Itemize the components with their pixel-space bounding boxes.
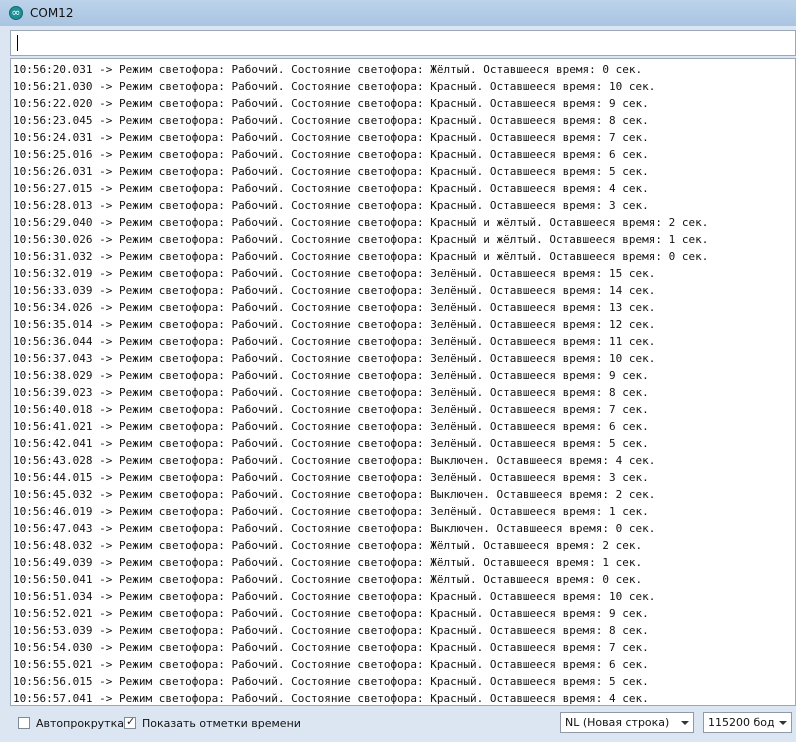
log-line: 10:56:49.039 -> Режим светофора: Рабочий… [13,556,643,569]
log-line: 10:56:57.041 -> Режим светофора: Рабочий… [13,692,649,705]
serial-output[interactable]: 10:56:20.031 -> Режим светофора: Рабочий… [10,58,796,706]
log-line: 10:56:47.043 -> Режим светофора: Рабочий… [13,522,656,535]
log-line: 10:56:21.030 -> Режим светофора: Рабочий… [13,80,656,93]
log-line: 10:56:37.043 -> Режим светофора: Рабочий… [13,352,656,365]
log-line: 10:56:22.020 -> Режим светофора: Рабочий… [13,97,649,110]
baud-rate-value: 115200 бод [708,716,775,729]
log-line: 10:56:20.031 -> Режим светофора: Рабочий… [13,63,643,76]
title-bar: COM12 [0,0,796,27]
log-line: 10:56:53.039 -> Режим светофора: Рабочий… [13,624,649,637]
baud-rate-select[interactable]: 115200 бод [703,712,792,733]
log-line: 10:56:39.023 -> Режим светофора: Рабочий… [13,386,649,399]
autoscroll-label: Автопрокрутка [36,716,124,730]
log-line: 10:56:54.030 -> Режим светофора: Рабочий… [13,641,649,654]
log-line: 10:56:40.018 -> Режим светофора: Рабочий… [13,403,649,416]
window-title: COM12 [30,6,74,20]
log-line: 10:56:35.014 -> Режим светофора: Рабочий… [13,318,656,331]
timestamps-checkbox[interactable]: Показать отметки времени [124,715,301,730]
log-line: 10:56:46.019 -> Режим светофора: Рабочий… [13,505,649,518]
chevron-down-icon [681,721,689,725]
log-line: 10:56:38.029 -> Режим светофора: Рабочий… [13,369,649,382]
line-ending-value: NL (Новая строка) [565,716,670,729]
log-line: 10:56:45.032 -> Режим светофора: Рабочий… [13,488,656,501]
log-line: 10:56:25.016 -> Режим светофора: Рабочий… [13,148,649,161]
log-line: 10:56:50.041 -> Режим светофора: Рабочий… [13,573,643,586]
log-line: 10:56:26.031 -> Режим светофора: Рабочий… [13,165,649,178]
log-line: 10:56:44.015 -> Режим светофора: Рабочий… [13,471,649,484]
log-line: 10:56:41.021 -> Режим светофора: Рабочий… [13,420,649,433]
log-line: 10:56:28.013 -> Режим светофора: Рабочий… [13,199,649,212]
log-line: 10:56:42.041 -> Режим светофора: Рабочий… [13,437,649,450]
log-line: 10:56:32.019 -> Режим светофора: Рабочий… [13,267,656,280]
log-line: 10:56:48.032 -> Режим светофора: Рабочий… [13,539,643,552]
chevron-down-icon [779,721,787,725]
log-line: 10:56:34.026 -> Режим светофора: Рабочий… [13,301,656,314]
log-line: 10:56:27.015 -> Режим светофора: Рабочий… [13,182,649,195]
log-line: 10:56:36.044 -> Режим светофора: Рабочий… [13,335,656,348]
timestamps-checkbox-box[interactable] [124,715,136,729]
log-line: 10:56:56.015 -> Режим светофора: Рабочий… [13,675,649,688]
log-line: 10:56:33.039 -> Режим светофора: Рабочий… [13,284,656,297]
log-line: 10:56:55.021 -> Режим светофора: Рабочий… [13,658,649,671]
timestamps-label: Показать отметки времени [142,716,301,730]
send-input[interactable] [11,31,795,55]
log-line: 10:56:24.031 -> Режим светофора: Рабочий… [13,131,649,144]
status-bar: Автопрокрутка Показать отметки времени N… [10,708,796,738]
autoscroll-checkbox-box[interactable] [18,717,30,729]
log-line: 10:56:52.021 -> Режим светофора: Рабочий… [13,607,649,620]
arduino-icon [9,4,23,22]
log-line: 10:56:23.045 -> Режим светофора: Рабочий… [13,114,649,127]
autoscroll-checkbox[interactable]: Автопрокрутка [18,716,124,730]
send-input-container[interactable] [10,30,796,56]
line-ending-select[interactable]: NL (Новая строка) [560,712,694,733]
log-line: 10:56:43.028 -> Режим светофора: Рабочий… [13,454,656,467]
log-line: 10:56:30.026 -> Режим светофора: Рабочий… [13,233,709,246]
log-line: 10:56:31.032 -> Режим светофора: Рабочий… [13,250,709,263]
log-line: 10:56:29.040 -> Режим светофора: Рабочий… [13,216,709,229]
text-caret [17,35,18,51]
log-line: 10:56:51.034 -> Режим светофора: Рабочий… [13,590,656,603]
serial-output-lines: 10:56:20.031 -> Режим светофора: Рабочий… [11,59,795,705]
